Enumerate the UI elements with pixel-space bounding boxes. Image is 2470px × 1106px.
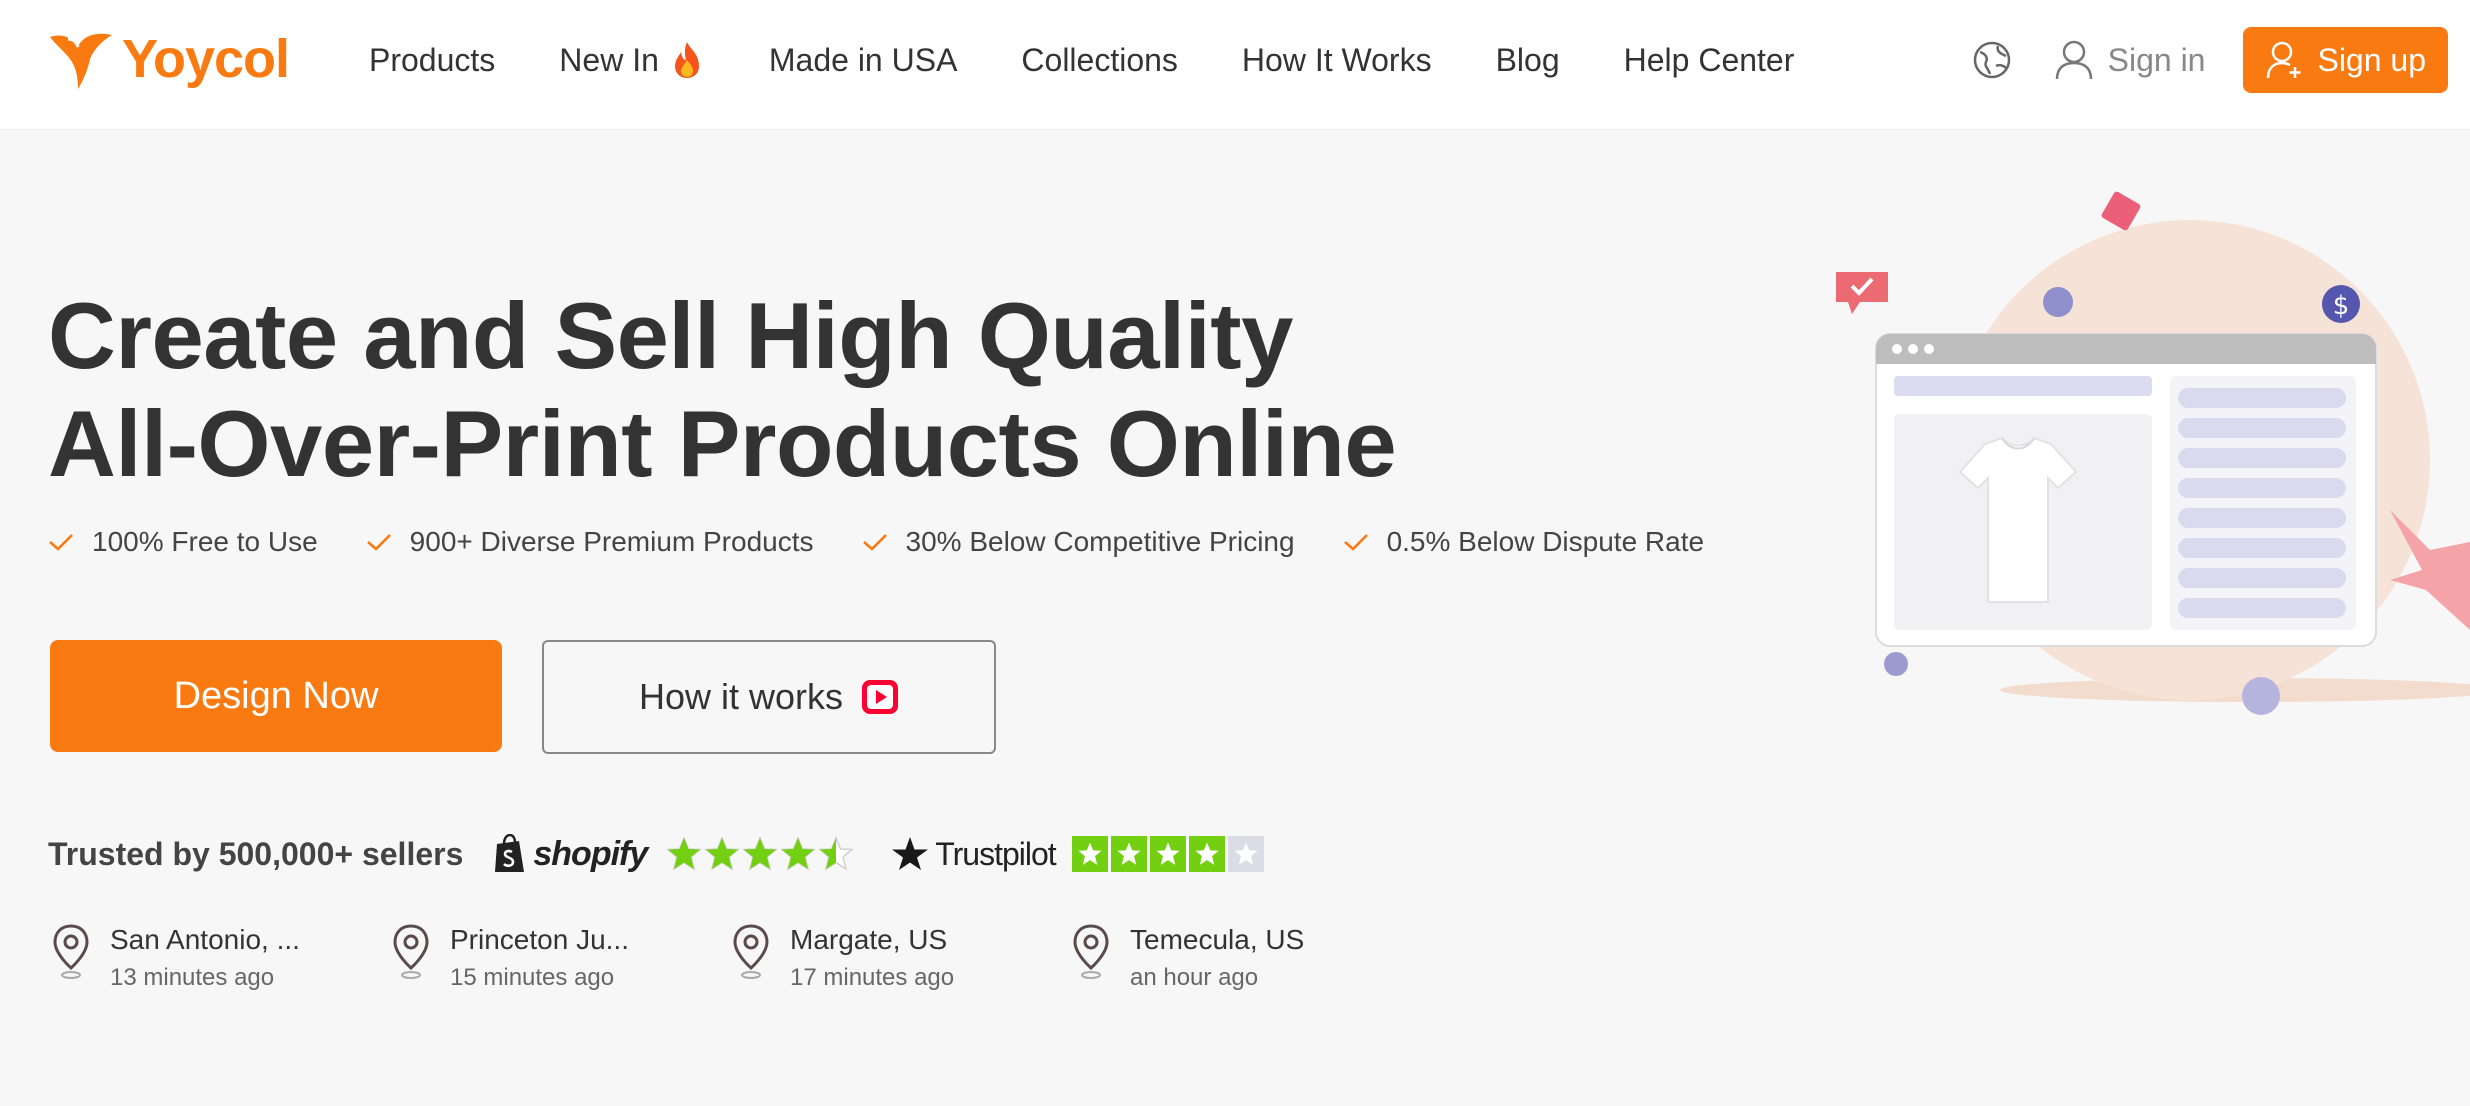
activity-time: 17 minutes ago	[790, 964, 955, 991]
rating-star-icon	[704, 836, 741, 871]
svg-text:$: $	[2333, 291, 2350, 321]
location-pin-icon	[53, 924, 89, 979]
signin-label: Sign in	[2107, 41, 2206, 78]
activity-time: an hour ago	[1130, 964, 1259, 991]
location-pin-icon	[733, 924, 769, 979]
activity-city: Princeton Ju...	[450, 924, 629, 955]
location-pin-icon	[1073, 924, 1109, 979]
main-nav: Products New In Made in USA Collections …	[369, 0, 1794, 120]
star-icon	[1117, 842, 1141, 865]
recent-activity: San Antonio, ... 13 minutes ago Princeto…	[52, 920, 1412, 996]
rating-star-icon	[742, 836, 779, 871]
add-user-icon	[2267, 41, 2301, 79]
feature-item: 900+ Diverse Premium Products	[366, 526, 814, 558]
shopify-bag-icon	[495, 834, 525, 872]
star-icon	[1195, 842, 1219, 865]
yoycol-bird-logo-icon	[50, 33, 112, 89]
location-pin-icon	[393, 924, 429, 979]
activity-time: 15 minutes ago	[450, 964, 615, 991]
rating-star-icon	[780, 836, 817, 871]
trustpilot-logo: Trustpilot	[891, 835, 1057, 873]
activity-item: Margate, US 17 minutes ago	[732, 920, 1072, 996]
illustration-pink-square	[2101, 191, 2141, 231]
logo[interactable]: Yoycol	[48, 24, 290, 94]
how-it-works-button[interactable]: How it works	[542, 640, 996, 754]
feature-item: 30% Below Competitive Pricing	[862, 526, 1295, 558]
shopify-logo: shopify	[493, 834, 648, 874]
header-actions: Sign in Sign up	[1972, 27, 2448, 93]
nav-new-in-label: New In	[559, 41, 659, 78]
illustration-dollar-icon: $	[2322, 285, 2360, 323]
nav-blog[interactable]: Blog	[1496, 42, 1560, 79]
star-icon	[1234, 842, 1258, 865]
nav-new-in[interactable]: New In	[559, 40, 705, 80]
feature-label: 0.5% Below Dispute Rate	[1386, 526, 1705, 557]
trustpilot-star-box	[1227, 836, 1264, 872]
shopify-rating-stars	[665, 836, 855, 872]
feature-label: 900+ Diverse Premium Products	[409, 526, 814, 557]
illustration-purple-dot	[1884, 652, 1908, 676]
nav-products[interactable]: Products	[369, 42, 495, 79]
fire-icon	[674, 42, 699, 78]
trustpilot-star-box	[1188, 836, 1225, 872]
illustration-purple-dot	[2242, 677, 2280, 715]
trust-row: Trusted by 500,000+ sellers shopify Trus…	[48, 826, 1267, 882]
trustpilot-star-box	[1110, 836, 1147, 872]
rating-star-icon	[818, 836, 855, 871]
signup-label: Sign up	[2317, 41, 2426, 78]
feature-list: 100% Free to Use 900+ Diverse Premium Pr…	[48, 526, 1752, 558]
nav-help-center[interactable]: Help Center	[1624, 42, 1795, 79]
trustpilot-star-icon	[892, 837, 929, 870]
signin-link[interactable]: Sign in	[2054, 39, 2206, 81]
checkmark-icon	[366, 534, 391, 551]
activity-item: Temecula, US an hour ago	[1072, 920, 1412, 996]
checkmark-icon	[1343, 534, 1368, 551]
hero-title-line-1: Create and Sell High Quality	[48, 283, 1293, 388]
checkmark-icon	[49, 534, 73, 551]
trusted-by-text: Trusted by 500,000+ sellers	[48, 835, 464, 872]
rating-star-icon	[666, 836, 703, 871]
illustration-purple-dot	[2043, 287, 2073, 317]
nav-collections[interactable]: Collections	[1021, 42, 1178, 79]
illustration-browser-window	[1875, 333, 2377, 647]
checkmark-icon	[862, 534, 887, 551]
activity-item: Princeton Ju... 15 minutes ago	[392, 920, 732, 996]
globe-icon[interactable]	[1972, 40, 2012, 80]
activity-city: Margate, US	[790, 924, 948, 955]
site-header: Yoycol Products New In Made in USA Colle…	[0, 0, 2470, 130]
illustration-chat-check-icon	[1836, 272, 1888, 314]
signup-button[interactable]: Sign up	[2243, 27, 2448, 93]
youtube-play-icon	[862, 680, 899, 714]
nav-made-in-usa[interactable]: Made in USA	[769, 42, 958, 79]
star-icon	[1078, 842, 1102, 865]
feature-label: 30% Below Competitive Pricing	[905, 526, 1295, 557]
nav-how-it-works[interactable]: How It Works	[1242, 42, 1432, 79]
activity-time: 13 minutes ago	[110, 964, 275, 991]
brand-name: Yoycol	[122, 29, 290, 89]
feature-item: 100% Free to Use	[48, 526, 318, 558]
star-icon	[1156, 842, 1180, 865]
activity-item: San Antonio, ... 13 minutes ago	[52, 920, 392, 996]
activity-city: San Antonio, ...	[110, 924, 300, 955]
hero-title: Create and Sell High Quality All-Over-Pr…	[48, 282, 1548, 498]
trustpilot-star-box	[1149, 836, 1186, 872]
design-now-button[interactable]: Design Now	[50, 640, 502, 752]
feature-label: 100% Free to Use	[92, 526, 318, 557]
feature-item: 0.5% Below Dispute Rate	[1343, 526, 1705, 558]
hero-illustration: $	[1836, 191, 2470, 715]
trustpilot-wordmark: Trustpilot	[935, 835, 1056, 872]
activity-city: Temecula, US	[1130, 924, 1305, 955]
user-icon	[2055, 40, 2092, 80]
trustpilot-star-box	[1071, 836, 1108, 872]
trustpilot-rating-stars	[1071, 836, 1267, 872]
hero-title-line-2: All-Over-Print Products Online	[48, 391, 1397, 496]
how-it-works-label: How it works	[638, 676, 844, 717]
shopify-wordmark: shopify	[533, 834, 648, 873]
